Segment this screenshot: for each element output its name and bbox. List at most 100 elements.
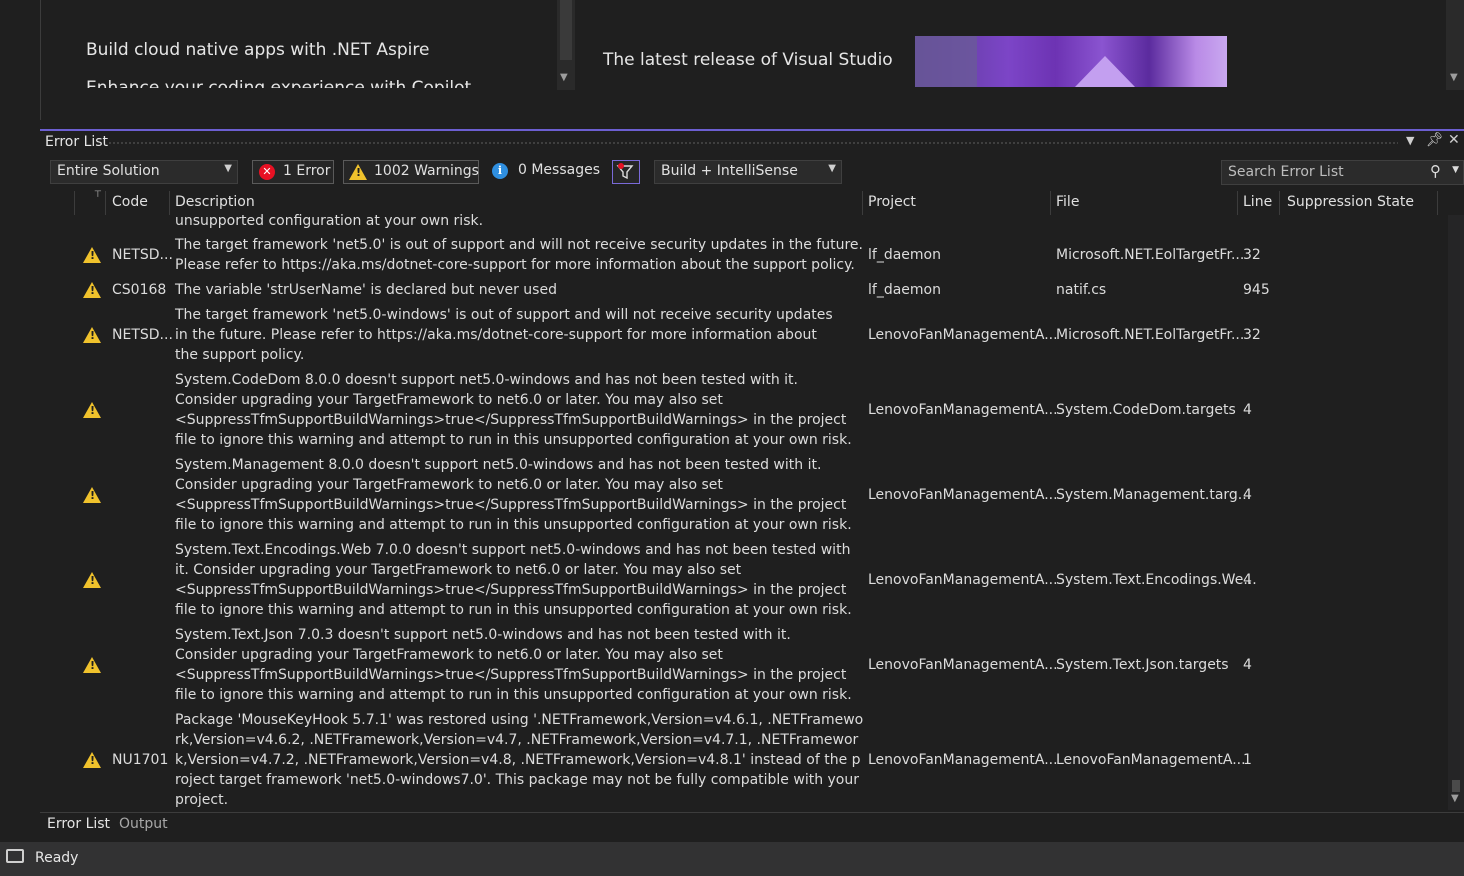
search-placeholder: Search Error List (1228, 164, 1344, 180)
column-header-code[interactable]: Code (112, 194, 148, 210)
row-project: LenovoFanManagementA... (868, 402, 1058, 418)
warnings-filter-button[interactable]: 1002 Warnings (343, 160, 479, 184)
column-divider[interactable] (1279, 191, 1280, 215)
warning-icon (83, 657, 101, 673)
row-file: LenovoFanManagementA... (1056, 752, 1246, 768)
row-line: 1 (1243, 752, 1252, 768)
column-divider[interactable] (105, 191, 106, 215)
news-headline[interactable]: The latest release of Visual Studio (603, 50, 893, 70)
window-menu-icon[interactable]: ▼ (1406, 134, 1414, 147)
news-scrollbar-right[interactable]: ▼ (1446, 0, 1464, 90)
filter-toggle-button[interactable] (612, 160, 640, 184)
filter-icon (616, 163, 634, 180)
chevron-down-icon: ▼ (224, 163, 232, 174)
row-description: System.Text.Encodings.Web 7.0.0 doesn't … (175, 542, 852, 618)
errors-filter-button[interactable]: ✕ 1 Error (252, 160, 334, 184)
search-error-list-input[interactable]: Search Error List ⚲ ▼ (1221, 160, 1464, 185)
chevron-down-icon[interactable]: ▼ (1452, 165, 1459, 175)
row-project: LenovoFanManagementA... (868, 487, 1058, 503)
row-file: System.CodeDom.targets (1056, 402, 1236, 418)
news-item[interactable]: Enhance your coding experience with Copi… (86, 78, 471, 88)
column-divider[interactable] (1437, 191, 1438, 215)
row-project: LenovoFanManagementA... (868, 752, 1058, 768)
pin-icon[interactable]: 📌︎ (1426, 132, 1444, 148)
row-file: System.Text.Json.targets (1056, 657, 1229, 673)
warning-icon (83, 572, 101, 588)
source-dropdown-value: Build + IntelliSense (661, 163, 798, 179)
news-feed-left: Build cloud native apps with .NET Aspire… (40, 0, 575, 88)
scroll-down-icon[interactable]: ▼ (1450, 72, 1458, 83)
scrollbar-thumb[interactable] (1452, 780, 1460, 792)
row-project: lf_daemon (868, 282, 941, 298)
error-icon: ✕ (259, 164, 275, 180)
info-icon: i (492, 163, 508, 179)
row-description: System.Management 8.0.0 doesn't support … (175, 457, 852, 533)
warning-icon (83, 752, 101, 768)
news-scroll-thumb[interactable] (560, 0, 572, 60)
row-description: The variable 'strUserName' is declared b… (175, 282, 557, 298)
row-line: 32 (1243, 327, 1261, 343)
messages-filter-button[interactable]: i 0 Messages (492, 162, 601, 179)
news-banner-image[interactable] (915, 36, 1227, 87)
notification-icon[interactable] (6, 849, 24, 863)
warning-icon (83, 402, 101, 418)
warning-icon (83, 487, 101, 503)
warning-icon (83, 247, 101, 263)
column-chooser-icon[interactable]: ⊤ (94, 190, 102, 200)
row-project: LenovoFanManagementA... (868, 657, 1058, 673)
row-project: LenovoFanManagementA... (868, 572, 1058, 588)
tool-window-tabs (40, 812, 1464, 843)
row-code: NETSD... (112, 327, 173, 343)
row-line: 945 (1243, 282, 1270, 298)
error-list-scrollbar[interactable]: ▼ (1448, 215, 1464, 810)
row-description: System.CodeDom 8.0.0 doesn't support net… (175, 372, 852, 448)
row-code: NETSD... (112, 247, 173, 263)
column-header-line[interactable]: Line (1243, 194, 1272, 210)
source-dropdown[interactable]: Build + IntelliSense ▼ (654, 160, 842, 184)
messages-label: 0 Messages (518, 162, 601, 178)
column-divider[interactable] (1050, 191, 1051, 215)
column-divider[interactable] (862, 191, 863, 215)
row-code: CS0168 (112, 282, 167, 298)
column-divider[interactable] (169, 191, 170, 215)
row-description: The target framework 'net5.0-windows' is… (175, 307, 833, 363)
close-icon[interactable]: ✕ (1448, 132, 1460, 148)
scope-dropdown-value: Entire Solution (57, 163, 160, 179)
scroll-down-icon[interactable]: ▼ (1451, 793, 1459, 804)
row-description: The target framework 'net5.0' is out of … (175, 237, 863, 273)
column-header-project[interactable]: Project (868, 194, 916, 210)
row-line: 4 (1243, 657, 1252, 673)
row-description: System.Text.Json 7.0.3 doesn't support n… (175, 627, 852, 703)
panel-title: Error List (45, 134, 109, 150)
title-grip[interactable] (108, 141, 1398, 145)
row-line: 4 (1243, 487, 1252, 503)
warning-icon (349, 164, 367, 180)
row-project: lf_daemon (868, 247, 941, 263)
row-project: LenovoFanManagementA... (868, 327, 1058, 343)
warning-icon (83, 327, 101, 343)
column-header-suppression-state[interactable]: Suppression State (1287, 194, 1414, 210)
row-file: Microsoft.NET.EolTargetFr... (1056, 247, 1245, 263)
column-header-file[interactable]: File (1056, 194, 1079, 210)
row-code: NU1701 (112, 752, 169, 768)
row-line: 32 (1243, 247, 1261, 263)
row-file: natif.cs (1056, 282, 1107, 298)
warnings-label: 1002 Warnings (374, 163, 479, 179)
scroll-down-icon[interactable]: ▼ (560, 72, 568, 83)
row-file: System.Text.Encodings.We... (1056, 572, 1257, 588)
row-file: System.Management.targ... (1056, 487, 1252, 503)
row-line: 4 (1243, 402, 1252, 418)
column-divider[interactable] (1237, 191, 1238, 215)
row-file: Microsoft.NET.EolTargetFr... (1056, 327, 1245, 343)
chevron-down-icon: ▼ (828, 163, 836, 174)
column-header-description[interactable]: Description (175, 194, 255, 210)
column-divider[interactable] (74, 191, 75, 215)
scope-dropdown[interactable]: Entire Solution ▼ (50, 160, 238, 184)
tab-output[interactable]: Output (119, 816, 168, 832)
row-description: Package 'MouseKeyHook 5.7.1' was restore… (175, 712, 864, 808)
search-icon[interactable]: ⚲ (1430, 162, 1441, 180)
news-item[interactable]: Build cloud native apps with .NET Aspire (86, 40, 429, 60)
tab-error-list[interactable]: Error List (47, 816, 110, 832)
row-line: 4 (1243, 572, 1252, 588)
warning-icon (83, 282, 101, 298)
